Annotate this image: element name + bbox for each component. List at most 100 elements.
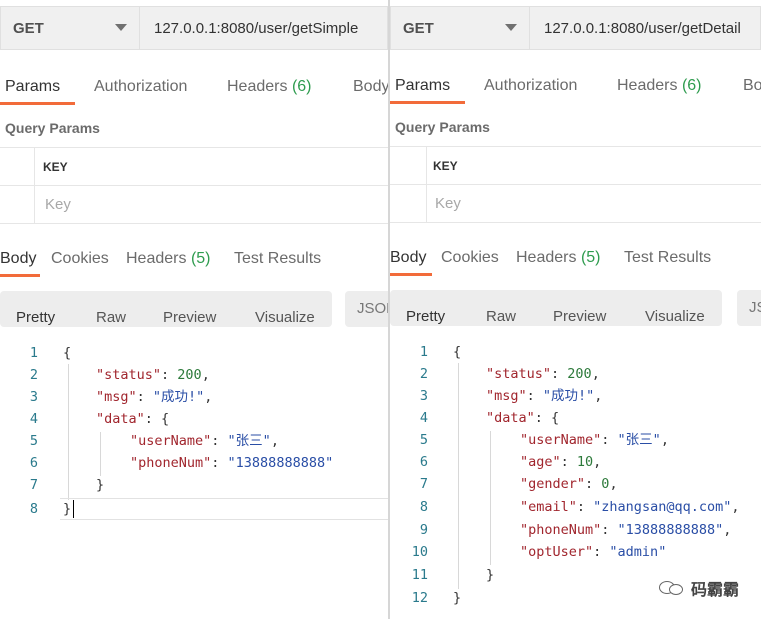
code-line: 3 "msg": "成功!", — [390, 385, 761, 407]
line-number: 3 — [419, 388, 428, 404]
query-params-title: Query Params — [395, 119, 490, 135]
code-line: 5 "userName": "张三", — [390, 429, 761, 451]
chevron-down-icon — [505, 24, 517, 31]
json-key: "optUser" — [520, 544, 594, 560]
code-line: 6 "phoneNum": "13888888888" — [0, 452, 388, 474]
code-line: 1{ — [0, 342, 388, 364]
url-bar: GET 127.0.0.1:8080/user/getSimple — [0, 6, 388, 50]
preview-button[interactable]: Preview — [163, 309, 216, 326]
code-text: { — [453, 344, 462, 360]
tab-headers-label: Headers — [227, 78, 288, 95]
url-text: 127.0.0.1:8080/user/getSimple — [154, 19, 359, 37]
line-number: 1 — [419, 344, 428, 360]
json-value: 200 — [177, 367, 202, 383]
url-input[interactable]: 127.0.0.1:8080/user/getDetail — [530, 6, 761, 50]
line-number: 9 — [419, 522, 428, 538]
code-text: } — [96, 477, 105, 493]
right-request-panel: GET 127.0.0.1:8080/user/getDetail Params… — [388, 0, 761, 619]
line-number: 12 — [411, 590, 428, 606]
visualize-button[interactable]: Visualize — [255, 309, 315, 326]
line-number: 8 — [29, 501, 38, 517]
tab-body[interactable]: Body — [743, 74, 761, 98]
tab-cookies[interactable]: Cookies — [441, 246, 499, 270]
json-value: "13888888888" — [227, 455, 334, 471]
json-key: "msg" — [486, 388, 527, 404]
url-text: 127.0.0.1:8080/user/getDetail — [544, 19, 741, 37]
key-input[interactable]: Key — [435, 195, 461, 212]
tab-headers[interactable]: Headers (6) — [617, 74, 702, 98]
tab-authorization[interactable]: Authorization — [484, 74, 577, 98]
json-value: "zhangsan@qq.com" — [593, 499, 732, 515]
query-params-title: Query Params — [5, 120, 100, 136]
raw-button[interactable]: Raw — [96, 309, 126, 326]
code-line: 9 "phoneNum": "13888888888", — [390, 519, 761, 541]
json-value: "张三" — [617, 432, 661, 448]
line-number: 6 — [29, 455, 38, 471]
headers-count: (5) — [580, 249, 601, 266]
json-value: "admin" — [609, 544, 667, 560]
tab-authorization[interactable]: Authorization — [94, 75, 187, 99]
json-key: "phoneNum" — [130, 455, 212, 471]
json-key: "age" — [520, 454, 561, 470]
format-select[interactable]: JSON — [345, 291, 388, 327]
json-value: 200 — [567, 366, 592, 382]
json-value: "13888888888" — [617, 522, 724, 538]
json-value: 10 — [576, 454, 594, 470]
method-select[interactable]: GET — [0, 6, 140, 50]
tab-params[interactable]: Params — [395, 74, 450, 98]
code-line: 1{ — [390, 341, 761, 363]
text-cursor — [73, 500, 74, 518]
tab-params[interactable]: Params — [5, 75, 60, 99]
json-key: "data" — [96, 411, 145, 427]
key-input[interactable]: Key — [45, 196, 71, 213]
active-tab-indicator — [0, 274, 40, 277]
visualize-button[interactable]: Visualize — [645, 308, 705, 325]
url-input[interactable]: 127.0.0.1:8080/user/getSimple — [140, 6, 388, 50]
line-number: 8 — [419, 499, 428, 515]
code-line: 7 "gender": 0, — [390, 473, 761, 495]
format-select[interactable]: JSON — [737, 290, 761, 326]
code-line: 2 "status": 200, — [0, 364, 388, 386]
preview-button[interactable]: Preview — [553, 308, 606, 325]
method-label: GET — [13, 19, 44, 37]
code-line: 10 "optUser": "admin" — [390, 541, 761, 563]
tab-test-results[interactable]: Test Results — [624, 246, 711, 270]
divider — [390, 222, 761, 223]
tab-body[interactable]: Body — [353, 75, 388, 99]
tab-test-results[interactable]: Test Results — [234, 247, 321, 271]
active-tab-indicator — [390, 101, 465, 104]
code-text: } — [63, 501, 72, 517]
pretty-button[interactable]: Pretty — [406, 308, 445, 325]
tab-response-body[interactable]: Body — [390, 246, 426, 270]
tab-headers[interactable]: Headers (6) — [227, 75, 312, 99]
code-text: "msg": "成功!", — [486, 388, 603, 404]
json-key: "status" — [96, 367, 162, 383]
line-number: 2 — [29, 367, 38, 383]
json-key: "gender" — [520, 476, 586, 492]
raw-button[interactable]: Raw — [486, 308, 516, 325]
method-select[interactable]: GET — [390, 6, 530, 50]
code-text: "gender": 0, — [520, 476, 618, 492]
pretty-button[interactable]: Pretty — [16, 309, 55, 326]
tab-response-body[interactable]: Body — [0, 247, 36, 271]
code-line: 2 "status": 200, — [390, 363, 761, 385]
divider — [0, 223, 388, 224]
divider — [0, 147, 388, 148]
key-column-header: KEY — [43, 160, 68, 174]
line-number: 5 — [419, 432, 428, 448]
json-value: "成功!" — [542, 388, 595, 404]
line-number: 5 — [29, 433, 38, 449]
json-value: "张三" — [227, 433, 271, 449]
json-key: "msg" — [96, 389, 137, 405]
code-text: } — [453, 590, 462, 606]
tab-response-headers[interactable]: Headers (5) — [126, 247, 211, 271]
code-line: 5 "userName": "张三", — [0, 430, 388, 452]
tab-cookies[interactable]: Cookies — [51, 247, 109, 271]
divider — [390, 184, 761, 185]
code-text: { — [63, 345, 72, 361]
code-text: "data": { — [96, 411, 170, 427]
method-label: GET — [403, 19, 434, 37]
line-number: 7 — [29, 477, 38, 493]
json-key: "phoneNum" — [520, 522, 602, 538]
tab-response-headers[interactable]: Headers (5) — [516, 246, 601, 270]
